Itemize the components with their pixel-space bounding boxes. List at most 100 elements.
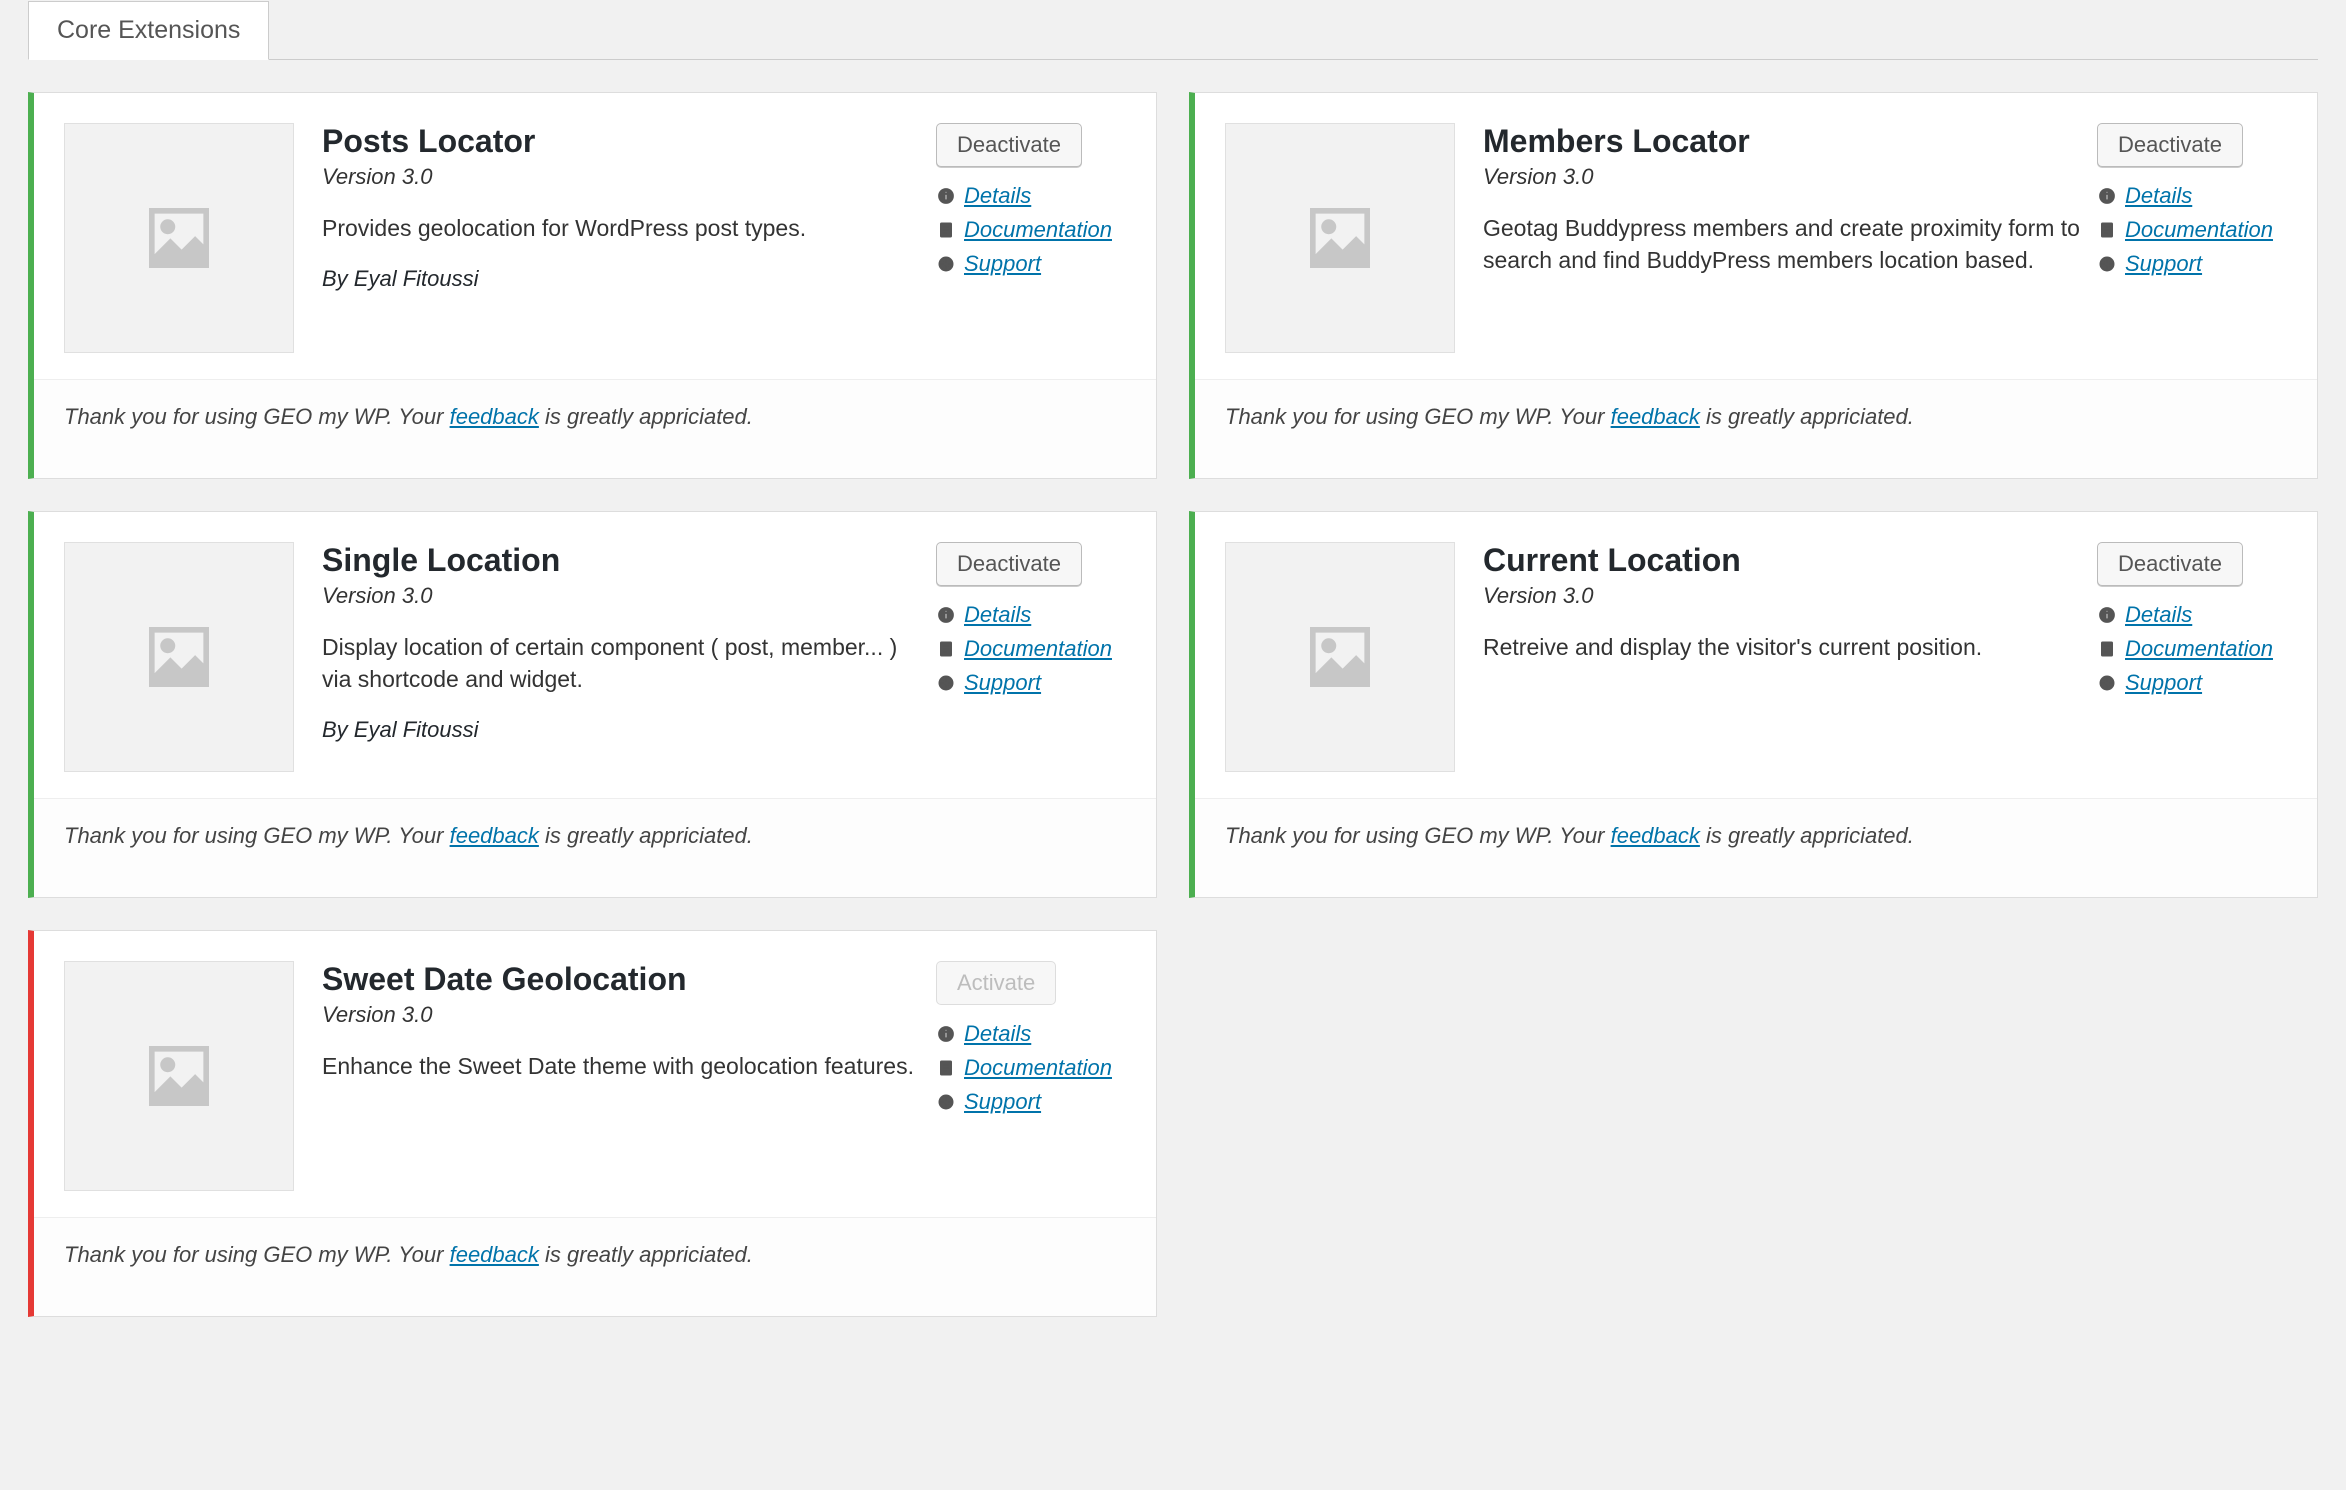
footer-prefix: Thank you for using GEO my WP. Your [1225,404,1611,429]
support-icon [936,254,956,274]
feedback-link[interactable]: feedback [450,404,539,429]
footer-suffix: is greatly appriciated. [539,404,753,429]
support-link[interactable]: Support [2125,670,2202,696]
tab-core-extensions[interactable]: Core Extensions [28,1,269,60]
card-body: Posts Locator Version 3.0 Provides geolo… [34,93,1156,379]
extension-version: Version 3.0 [322,164,926,190]
document-icon [936,639,956,659]
card-footer: Thank you for using GEO my WP. Your feed… [1195,379,2317,478]
card-footer: Thank you for using GEO my WP. Your feed… [34,1217,1156,1316]
documentation-link[interactable]: Documentation [964,217,1112,243]
extension-thumbnail [64,542,294,772]
details-link[interactable]: Details [964,183,1031,209]
action-button[interactable]: Deactivate [2097,542,2243,586]
support-link[interactable]: Support [2125,251,2202,277]
card-side: Deactivate Details Documenta [2097,123,2287,285]
image-placeholder-icon [1295,193,1385,283]
support-link[interactable]: Support [964,1089,1041,1115]
extension-title: Members Locator [1483,123,2087,160]
extension-version: Version 3.0 [322,1002,926,1028]
support-icon [936,673,956,693]
footer-suffix: is greatly appriciated. [1700,404,1914,429]
card-side: Deactivate Details Documenta [936,123,1126,285]
extension-links: Details Documentation Supp [936,602,1126,696]
extension-description: Display location of certain component ( … [322,631,926,695]
card-side: Deactivate Details Documenta [2097,542,2287,704]
card-footer: Thank you for using GEO my WP. Your feed… [1195,798,2317,897]
support-icon [936,1092,956,1112]
details-link[interactable]: Details [2125,602,2192,628]
documentation-link[interactable]: Documentation [2125,636,2273,662]
extension-version: Version 3.0 [1483,583,2087,609]
card-side: Deactivate Details Documenta [936,542,1126,704]
card-body: Single Location Version 3.0 Display loca… [34,512,1156,798]
extension-card: Current Location Version 3.0 Retreive an… [1189,511,2318,898]
extension-card: Sweet Date Geolocation Version 3.0 Enhan… [28,930,1157,1317]
extensions-grid: Posts Locator Version 3.0 Provides geolo… [28,92,2318,1317]
document-icon [2097,220,2117,240]
extension-description: Geotag Buddypress members and create pro… [1483,212,2087,276]
extension-links: Details Documentation Supp [2097,602,2287,696]
card-main: Sweet Date Geolocation Version 3.0 Enhan… [322,961,1126,1191]
extension-card: Single Location Version 3.0 Display loca… [28,511,1157,898]
feedback-link[interactable]: feedback [450,1242,539,1267]
extension-description: Retreive and display the visitor's curre… [1483,631,2087,663]
info-icon [2097,605,2117,625]
documentation-link[interactable]: Documentation [964,636,1112,662]
extension-title: Current Location [1483,542,2087,579]
card-main: Current Location Version 3.0 Retreive an… [1483,542,2287,772]
extension-card: Posts Locator Version 3.0 Provides geolo… [28,92,1157,479]
extension-author: By Eyal Fitoussi [322,266,926,292]
card-main: Members Locator Version 3.0 Geotag Buddy… [1483,123,2287,353]
details-link[interactable]: Details [964,602,1031,628]
card-body: Sweet Date Geolocation Version 3.0 Enhan… [34,931,1156,1217]
image-placeholder-icon [134,1031,224,1121]
image-placeholder-icon [134,612,224,702]
details-link[interactable]: Details [964,1021,1031,1047]
extension-title: Single Location [322,542,926,579]
extension-links: Details Documentation Supp [936,1021,1126,1115]
info-icon [936,186,956,206]
action-button[interactable]: Activate [936,961,1056,1005]
image-placeholder-icon [134,193,224,283]
footer-prefix: Thank you for using GEO my WP. Your [64,404,450,429]
footer-suffix: is greatly appriciated. [1700,823,1914,848]
footer-suffix: is greatly appriciated. [539,1242,753,1267]
extension-version: Version 3.0 [1483,164,2087,190]
extension-links: Details Documentation Supp [2097,183,2287,277]
footer-prefix: Thank you for using GEO my WP. Your [1225,823,1611,848]
info-icon [936,605,956,625]
tabs-bar: Core Extensions [28,0,2318,60]
extension-description: Enhance the Sweet Date theme with geoloc… [322,1050,926,1082]
feedback-link[interactable]: feedback [1611,404,1700,429]
document-icon [936,1058,956,1078]
documentation-link[interactable]: Documentation [964,1055,1112,1081]
extension-thumbnail [64,961,294,1191]
card-footer: Thank you for using GEO my WP. Your feed… [34,379,1156,478]
document-icon [936,220,956,240]
card-body: Current Location Version 3.0 Retreive an… [1195,512,2317,798]
extension-card: Members Locator Version 3.0 Geotag Buddy… [1189,92,2318,479]
feedback-link[interactable]: feedback [1611,823,1700,848]
footer-prefix: Thank you for using GEO my WP. Your [64,1242,450,1267]
action-button[interactable]: Deactivate [936,123,1082,167]
action-button[interactable]: Deactivate [936,542,1082,586]
footer-suffix: is greatly appriciated. [539,823,753,848]
extension-title: Sweet Date Geolocation [322,961,926,998]
footer-prefix: Thank you for using GEO my WP. Your [64,823,450,848]
support-link[interactable]: Support [964,670,1041,696]
card-main: Single Location Version 3.0 Display loca… [322,542,1126,772]
card-side: Activate Details Documentati [936,961,1126,1123]
extension-thumbnail [1225,123,1455,353]
extension-thumbnail [64,123,294,353]
feedback-link[interactable]: feedback [450,823,539,848]
image-placeholder-icon [1295,612,1385,702]
action-button[interactable]: Deactivate [2097,123,2243,167]
details-link[interactable]: Details [2125,183,2192,209]
documentation-link[interactable]: Documentation [2125,217,2273,243]
info-icon [936,1024,956,1044]
support-icon [2097,673,2117,693]
support-link[interactable]: Support [964,251,1041,277]
extension-thumbnail [1225,542,1455,772]
card-footer: Thank you for using GEO my WP. Your feed… [34,798,1156,897]
